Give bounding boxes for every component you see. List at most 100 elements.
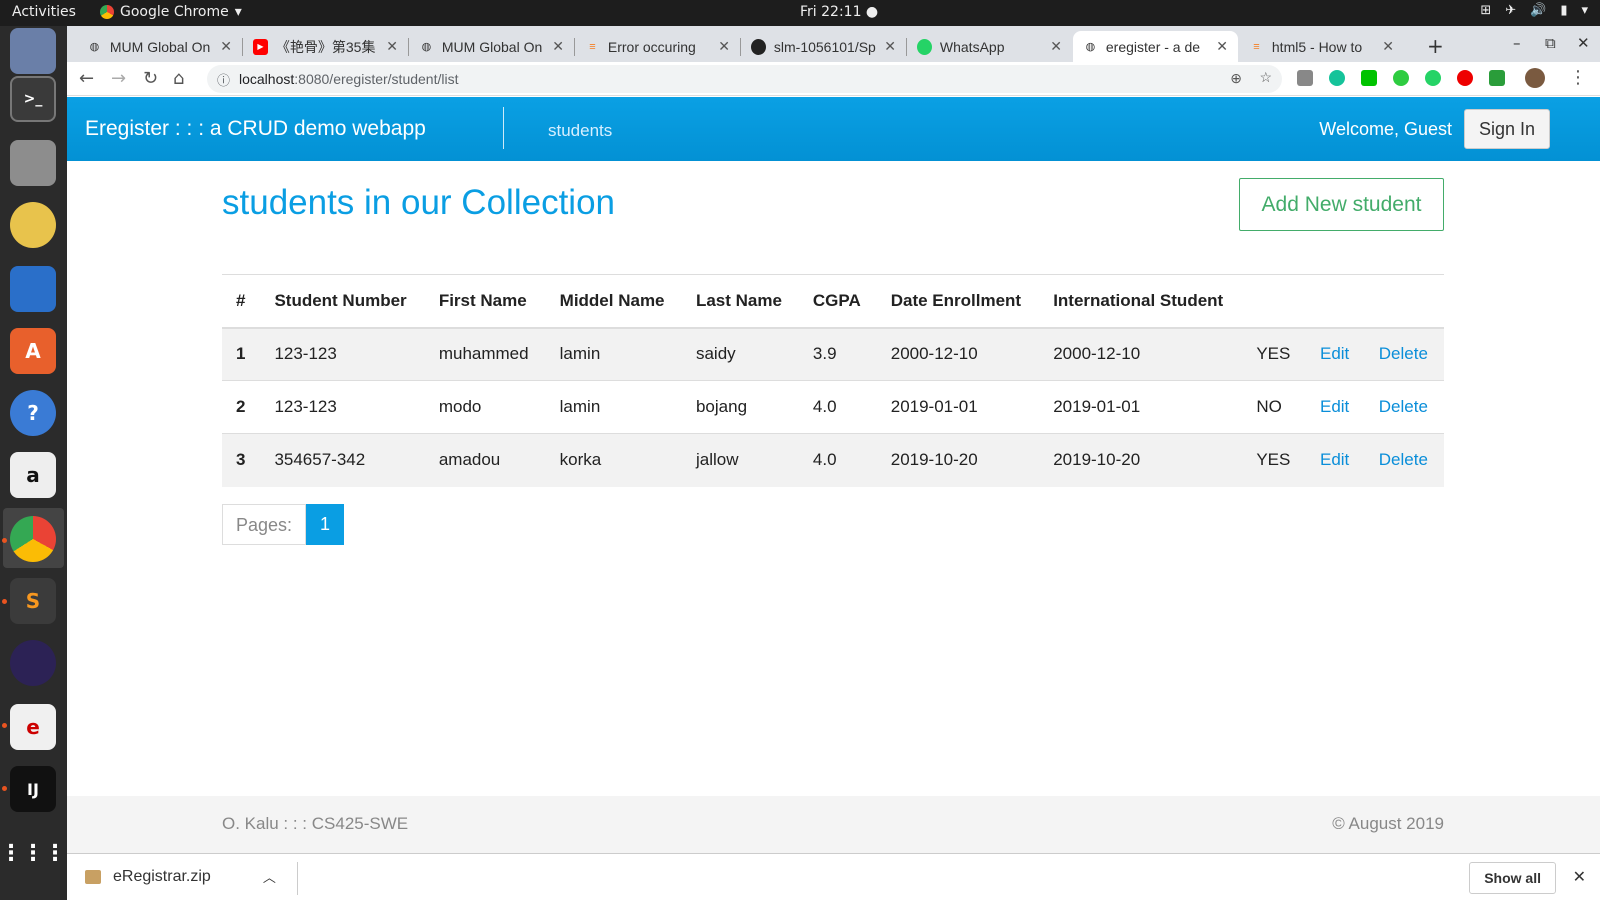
amazon-icon[interactable]: a [10,452,56,498]
sign-in-button[interactable]: Sign In [1463,109,1550,149]
forward-button[interactable]: → [111,68,126,89]
chevron-up-icon[interactable]: ︿ [263,867,276,886]
files-icon[interactable] [10,140,56,186]
close-icon[interactable]: ✕ [1050,38,1062,55]
system-tray[interactable]: ⊞ ✈ 🔊 ▮ ▾ [1480,3,1588,18]
rhythmbox-icon[interactable] [10,202,56,248]
activities-button[interactable]: Activities [12,4,76,20]
middle-name-cell: lamin [545,327,682,381]
close-icon[interactable]: ✕ [1216,38,1228,55]
international-student-cell: 2000-12-10 [1039,327,1243,381]
delete-link[interactable]: Delete [1379,397,1428,416]
tab[interactable]: ◍ MUM Global On ✕ [77,31,242,62]
close-icon[interactable]: ✕ [1573,867,1586,887]
middle-name-cell: lamin [545,380,682,434]
tab[interactable]: WhatsApp ✕ [907,31,1072,62]
close-icon[interactable]: ✕ [718,38,730,55]
last-name-cell: saidy [681,327,799,381]
extension-icon[interactable] [1489,70,1505,86]
grammarly-icon[interactable] [1329,70,1345,86]
share-icon[interactable] [1393,70,1409,86]
column-header [1305,274,1365,329]
extension-icon[interactable] [1297,70,1313,86]
tab[interactable]: slm-1056101/Sp ✕ [741,31,906,62]
brand-link[interactable]: Eregister : : : a CRUD demo webapp [85,117,426,141]
column-header: CGPA [798,274,877,329]
maximize-button[interactable]: ⧉ [1545,34,1556,52]
line-icon[interactable] [1361,70,1377,86]
terminal-icon[interactable]: >_ [10,76,56,122]
eclipse-icon[interactable] [10,640,56,686]
zoom-icon[interactable]: ⊕ [1230,70,1242,87]
international-student-cell: 2019-01-01 [1039,380,1243,434]
table-row: 3 354657-342 amadou korka jallow 4.0 201… [222,433,1444,487]
delete-link[interactable]: Delete [1379,344,1428,363]
chrome-icon[interactable] [10,516,56,562]
download-item[interactable]: eRegistrar.zip ︿ [85,867,276,886]
tab[interactable]: ▶ 《艳骨》第35集 ✕ [243,31,408,62]
avatar[interactable] [1525,68,1545,88]
delete-link[interactable]: Delete [1379,450,1428,469]
column-header: Last Name [681,274,799,329]
intellij-icon[interactable]: IJ [10,766,56,812]
tab[interactable]: ◍ MUM Global On ✕ [409,31,574,62]
writer-icon[interactable] [10,266,56,312]
column-header: Date Enrollment [876,274,1040,329]
close-icon[interactable]: ✕ [1382,38,1394,55]
tab[interactable]: ≡ Error occuring ✕ [575,31,740,62]
minimize-button[interactable]: – [1513,34,1521,52]
close-icon[interactable]: ✕ [884,38,896,55]
document-viewer-icon[interactable]: e [10,704,56,750]
table-header-row: # Student Number First Name Middel Name … [222,274,1444,329]
download-bar: eRegistrar.zip ︿ Show all ✕ [67,853,1600,900]
edit-link[interactable]: Edit [1320,450,1349,469]
tab-active[interactable]: ◍ eregister - a de ✕ [1073,31,1238,62]
thunderbird-icon[interactable] [10,28,56,74]
table-row: 1 123-123 muhammed lamin saidy 3.9 2000-… [222,327,1444,381]
edit-link[interactable]: Edit [1320,397,1349,416]
chevron-down-icon: ▾ [234,4,242,20]
edit-link[interactable]: Edit [1320,344,1349,363]
download-filename: eRegistrar.zip [113,867,211,885]
tab-strip: ◍ MUM Global On ✕ ▶ 《艳骨》第35集 ✕ ◍ MUM Glo… [67,26,1600,62]
bookmark-star-icon[interactable]: ☆ [1259,69,1272,86]
help-icon[interactable]: ? [10,390,56,436]
address-bar[interactable]: ⓘ localhost:8080/eregister/student/list … [207,65,1282,93]
app-menu[interactable]: Google Chrome ▾ [100,4,242,20]
close-icon[interactable]: ✕ [552,38,564,55]
table-row: 2 123-123 modo lamin bojang 4.0 2019-01-… [222,380,1444,434]
reload-button[interactable]: ↻ [143,68,158,89]
international-flag-cell: NO [1242,380,1306,434]
page-1-button[interactable]: 1 [306,504,345,545]
show-all-downloads-button[interactable]: Show all [1469,862,1556,894]
whatsapp-icon[interactable] [1425,70,1441,86]
nav-students-link[interactable]: students [548,121,612,141]
running-indicator [2,723,7,728]
close-icon[interactable]: ✕ [220,38,232,55]
add-new-student-button[interactable]: Add New student [1239,178,1444,231]
cgpa-cell: 3.9 [798,327,877,381]
chevron-down-icon: ▾ [1581,3,1588,18]
software-center-icon[interactable]: A [10,328,56,374]
adblock-icon[interactable] [1457,70,1473,86]
battery-icon: ▮ [1560,3,1568,18]
student-number-cell: 123-123 [260,327,425,381]
date-enrollment-cell: 2019-01-01 [876,380,1040,434]
row-number: 2 [222,380,261,434]
close-window-button[interactable]: ✕ [1577,34,1590,52]
sublime-text-icon[interactable]: S [10,578,56,624]
clock[interactable]: Fri 22:11 ● [800,4,878,20]
row-number: 3 [222,433,261,487]
new-tab-button[interactable]: + [1427,34,1444,58]
chrome-icon [100,5,114,19]
menu-icon[interactable]: ⋮ [1569,67,1587,88]
page-title: students in our Collection [222,183,615,222]
close-icon[interactable]: ✕ [386,38,398,55]
stackoverflow-icon: ≡ [589,40,596,53]
show-applications-icon[interactable]: ⋮⋮⋮ [0,830,66,876]
date-enrollment-cell: 2019-10-20 [876,433,1040,487]
info-icon[interactable]: ⓘ [217,70,230,89]
home-button[interactable]: ⌂ [173,68,184,89]
tab[interactable]: ≡ html5 - How to ✕ [1239,31,1404,62]
back-button[interactable]: ← [79,68,94,89]
